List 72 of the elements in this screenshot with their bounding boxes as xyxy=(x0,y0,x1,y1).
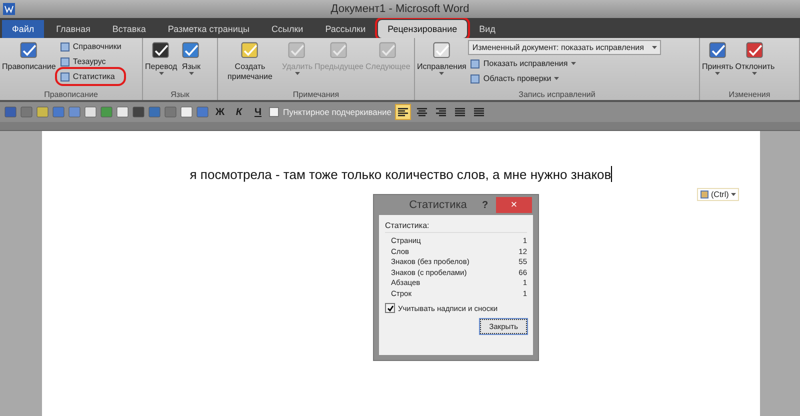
ribbon-button[interactable]: Справочники xyxy=(58,40,124,53)
toolbar-icon[interactable] xyxy=(84,106,97,118)
paste-options-button[interactable]: (Ctrl) xyxy=(697,188,739,201)
toolbar-icon[interactable] xyxy=(20,106,33,118)
format-button[interactable]: Ж xyxy=(212,104,228,120)
ribbon-button[interactable]: Область проверки xyxy=(468,72,661,85)
text-cursor xyxy=(611,166,612,182)
group-label: Изменения xyxy=(728,90,772,100)
ribbon-button[interactable]: Статистика xyxy=(58,70,124,83)
dialog-title: Статистика xyxy=(408,199,468,211)
document-icon xyxy=(470,58,480,68)
document-text: я посмотрела - там тоже только количество слов, а мне нужно знаков xyxy=(190,166,612,182)
group-label: Запись исправлений xyxy=(518,90,596,100)
close-button[interactable]: × xyxy=(496,197,532,213)
ribbon-button[interactable]: Правописание xyxy=(2,40,56,72)
ribbon-button[interactable]: Создать примечание xyxy=(220,40,280,82)
ribbon-tab[interactable]: Ссылки xyxy=(262,20,314,38)
ribbon-tab[interactable]: Вставка xyxy=(102,20,156,38)
align-icon xyxy=(398,108,408,116)
toolbar-icon[interactable] xyxy=(148,106,161,118)
align-button[interactable] xyxy=(394,104,411,120)
group-label: Примечания xyxy=(292,90,340,100)
ribbon-tab[interactable]: Рассылки xyxy=(315,20,376,38)
align-icon xyxy=(474,108,484,116)
ribbon-button[interactable]: Принять xyxy=(702,40,734,75)
document-icon xyxy=(60,56,70,66)
group-label: Язык xyxy=(170,90,190,100)
section-label: Статистика: xyxy=(385,221,527,233)
align-icon xyxy=(454,108,465,116)
clipboard-icon xyxy=(700,190,709,199)
align-icon xyxy=(436,108,446,116)
caret-icon xyxy=(715,72,720,75)
app-icon xyxy=(3,3,15,15)
caret-icon xyxy=(570,62,576,65)
caret-icon xyxy=(730,193,736,196)
caret-icon xyxy=(188,72,194,75)
format-button[interactable]: Ч xyxy=(250,104,266,120)
toolbar-icon[interactable] xyxy=(180,106,193,118)
checkmark-icon xyxy=(386,304,394,312)
ribbon-button[interactable]: Язык xyxy=(179,40,204,75)
toolbar-icon[interactable] xyxy=(116,106,129,118)
ribbon-button[interactable]: Исправления xyxy=(417,40,466,75)
ribbon-tab[interactable]: Файл xyxy=(2,20,44,38)
ribbon-button[interactable]: Перевод xyxy=(145,40,178,75)
document-icon xyxy=(60,72,70,82)
ribbon-tab[interactable]: Вид xyxy=(469,20,506,38)
caret-icon xyxy=(652,46,657,49)
document-icon xyxy=(470,74,480,84)
ribbon-tab[interactable]: Разметка страницы xyxy=(158,20,260,38)
ribbon-tab[interactable]: Рецензирование xyxy=(378,20,468,38)
ribbon-tab[interactable]: Главная xyxy=(46,20,100,38)
caret-icon xyxy=(158,72,164,75)
toolbar-icon[interactable] xyxy=(132,106,145,118)
document-icon xyxy=(60,42,70,52)
ribbon-button[interactable]: Показать исправления xyxy=(468,57,661,70)
toolbar-icon[interactable] xyxy=(36,106,49,118)
ribbon-button[interactable]: Тезаурус xyxy=(58,55,124,68)
caret-icon xyxy=(554,77,560,80)
align-icon xyxy=(416,108,427,116)
dropdown[interactable]: Измененный документ: показать исправления xyxy=(468,40,661,55)
toolbar-icon[interactable] xyxy=(4,106,17,118)
help-button[interactable]: ? xyxy=(482,200,496,210)
toolbar-icon[interactable] xyxy=(164,106,177,118)
caret-icon xyxy=(752,72,758,75)
toolbar-icon[interactable] xyxy=(52,106,65,118)
format-button[interactable]: К xyxy=(231,104,247,120)
window-title: Документ1 - Microsoft Word xyxy=(330,3,470,15)
caret-icon xyxy=(294,72,300,75)
group-label: Правописание xyxy=(43,90,99,100)
caret-icon xyxy=(439,72,444,75)
ribbon-button[interactable]: Отклонить xyxy=(735,40,775,75)
toolbar-icon[interactable] xyxy=(196,106,209,118)
